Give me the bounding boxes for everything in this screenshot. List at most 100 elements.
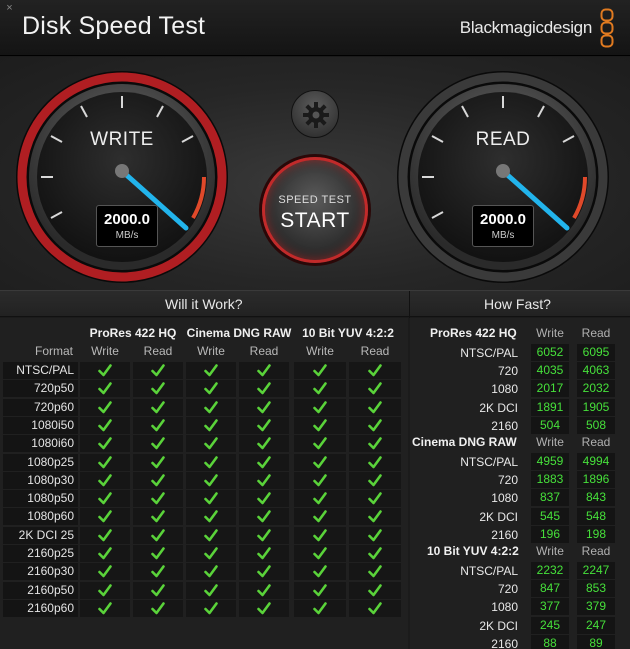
checkmark-icon: [151, 547, 165, 560]
checkmark-icon: [257, 437, 271, 450]
speed-write-value: 1891: [531, 398, 569, 416]
compat-cell: [186, 416, 236, 434]
start-speed-test-button[interactable]: SPEED TEST START: [262, 157, 368, 263]
compat-cell: [294, 362, 346, 379]
speed-read-header: Read: [581, 326, 611, 340]
checkmark-icon: [204, 565, 218, 578]
compat-cell: [349, 453, 401, 471]
speed-row-resolution: 1080: [491, 382, 518, 397]
prores-read-header: Read: [143, 344, 173, 358]
format-row-label: 1080p30: [3, 471, 78, 489]
checkmark-icon: [313, 382, 327, 395]
compat-cell: [294, 398, 346, 416]
compat-cell: [349, 526, 401, 544]
checkmark-icon: [98, 492, 112, 505]
compat-cell: [294, 380, 346, 398]
speed-row-resolution: 2160: [491, 418, 518, 433]
compat-cell: [239, 471, 289, 489]
speed-read-value: 4994: [577, 453, 615, 470]
speed-write-header: Write: [536, 326, 564, 340]
speed-read-value: 1896: [577, 471, 615, 489]
app-title: Disk Speed Test: [22, 12, 206, 40]
checkmark-icon: [313, 437, 327, 450]
compat-cell: [349, 508, 401, 526]
format-row-label: NTSC/PAL: [3, 362, 78, 379]
how-fast-title: How Fast?: [484, 296, 551, 312]
speed-write-value: 4959: [531, 453, 569, 470]
settings-button[interactable]: [291, 90, 339, 138]
speed-read-value: 1905: [577, 398, 615, 416]
compat-cell: [349, 490, 401, 508]
checkmark-icon: [313, 528, 327, 541]
compat-cell: [349, 416, 401, 434]
speed-row-resolution: 2K DCI: [479, 618, 518, 633]
speed-write-value: 2232: [531, 562, 569, 579]
prores-write-header: Write: [91, 344, 119, 358]
format-column-header: Format: [34, 344, 73, 358]
format-row-label: 1080i50: [3, 416, 78, 434]
compat-cell: [186, 563, 236, 581]
compat-cell: [133, 581, 183, 599]
speed-row-resolution: NTSC/PAL: [460, 346, 518, 360]
format-row-label: 720p50: [3, 380, 78, 398]
checkmark-icon: [98, 565, 112, 578]
start-button-subtitle: SPEED TEST: [278, 194, 352, 206]
compat-cell: [133, 599, 183, 617]
speed-write-value: 837: [531, 489, 569, 507]
compat-cell: [80, 526, 130, 544]
checkmark-icon: [204, 455, 218, 468]
compat-cell: [186, 380, 236, 398]
compat-cell: [133, 362, 183, 379]
checkmark-icon: [313, 419, 327, 432]
disk-speed-test-window: × Disk Speed Test Blackmagicdesign WRITE…: [0, 0, 630, 649]
compat-cell: [80, 581, 130, 599]
checkmark-icon: [98, 455, 112, 468]
checkmark-icon: [98, 364, 112, 377]
write-value: 2000.0: [104, 211, 150, 228]
speed-write-value: 545: [531, 507, 569, 525]
checkmark-icon: [313, 400, 327, 413]
write-value-display: 2000.0 MB/s: [96, 205, 158, 247]
speed-read-value: 2247: [577, 562, 615, 579]
speed-read-value: 2032: [577, 380, 615, 398]
close-icon[interactable]: ×: [4, 3, 15, 14]
checkmark-icon: [204, 492, 218, 505]
checkmark-icon: [151, 455, 165, 468]
speed-read-value: 508: [577, 416, 615, 434]
compat-cell: [239, 380, 289, 398]
checkmark-icon: [313, 547, 327, 560]
speed-row-resolution: 2160: [491, 527, 518, 542]
compat-cell: [294, 508, 346, 526]
checkmark-icon: [204, 382, 218, 395]
brand-name: Blackmagicdesign: [459, 18, 593, 37]
compat-cell: [186, 526, 236, 544]
compat-cell: [239, 453, 289, 471]
compat-cell: [80, 435, 130, 453]
compat-cell: [294, 471, 346, 489]
checkmark-icon: [98, 473, 112, 487]
compat-cell: [80, 599, 130, 617]
speed-row-resolution: 2K DCI: [479, 400, 518, 415]
checkmark-icon: [368, 528, 382, 541]
checkmark-icon: [151, 565, 165, 578]
compat-cell: [349, 471, 401, 489]
checkmark-icon: [313, 510, 327, 523]
checkmark-icon: [368, 492, 382, 505]
cinemadng-write-header: Write: [197, 344, 225, 358]
yuv-write-header: Write: [306, 344, 334, 358]
compat-cell: [186, 545, 236, 562]
compat-cell: [80, 453, 130, 471]
cinemadng-read-header: Read: [249, 344, 279, 358]
checkmark-icon: [151, 382, 165, 395]
checkmark-icon: [313, 473, 327, 487]
checkmark-icon: [98, 400, 112, 413]
speed-read-header: Read: [581, 435, 611, 449]
compat-cell: [239, 435, 289, 453]
checkmark-icon: [204, 419, 218, 432]
read-unit: MB/s: [491, 230, 515, 241]
compat-cell: [186, 471, 236, 489]
compat-cell: [80, 362, 130, 379]
checkmark-icon: [98, 510, 112, 523]
checkmark-icon: [368, 510, 382, 523]
compat-cell: [349, 398, 401, 416]
